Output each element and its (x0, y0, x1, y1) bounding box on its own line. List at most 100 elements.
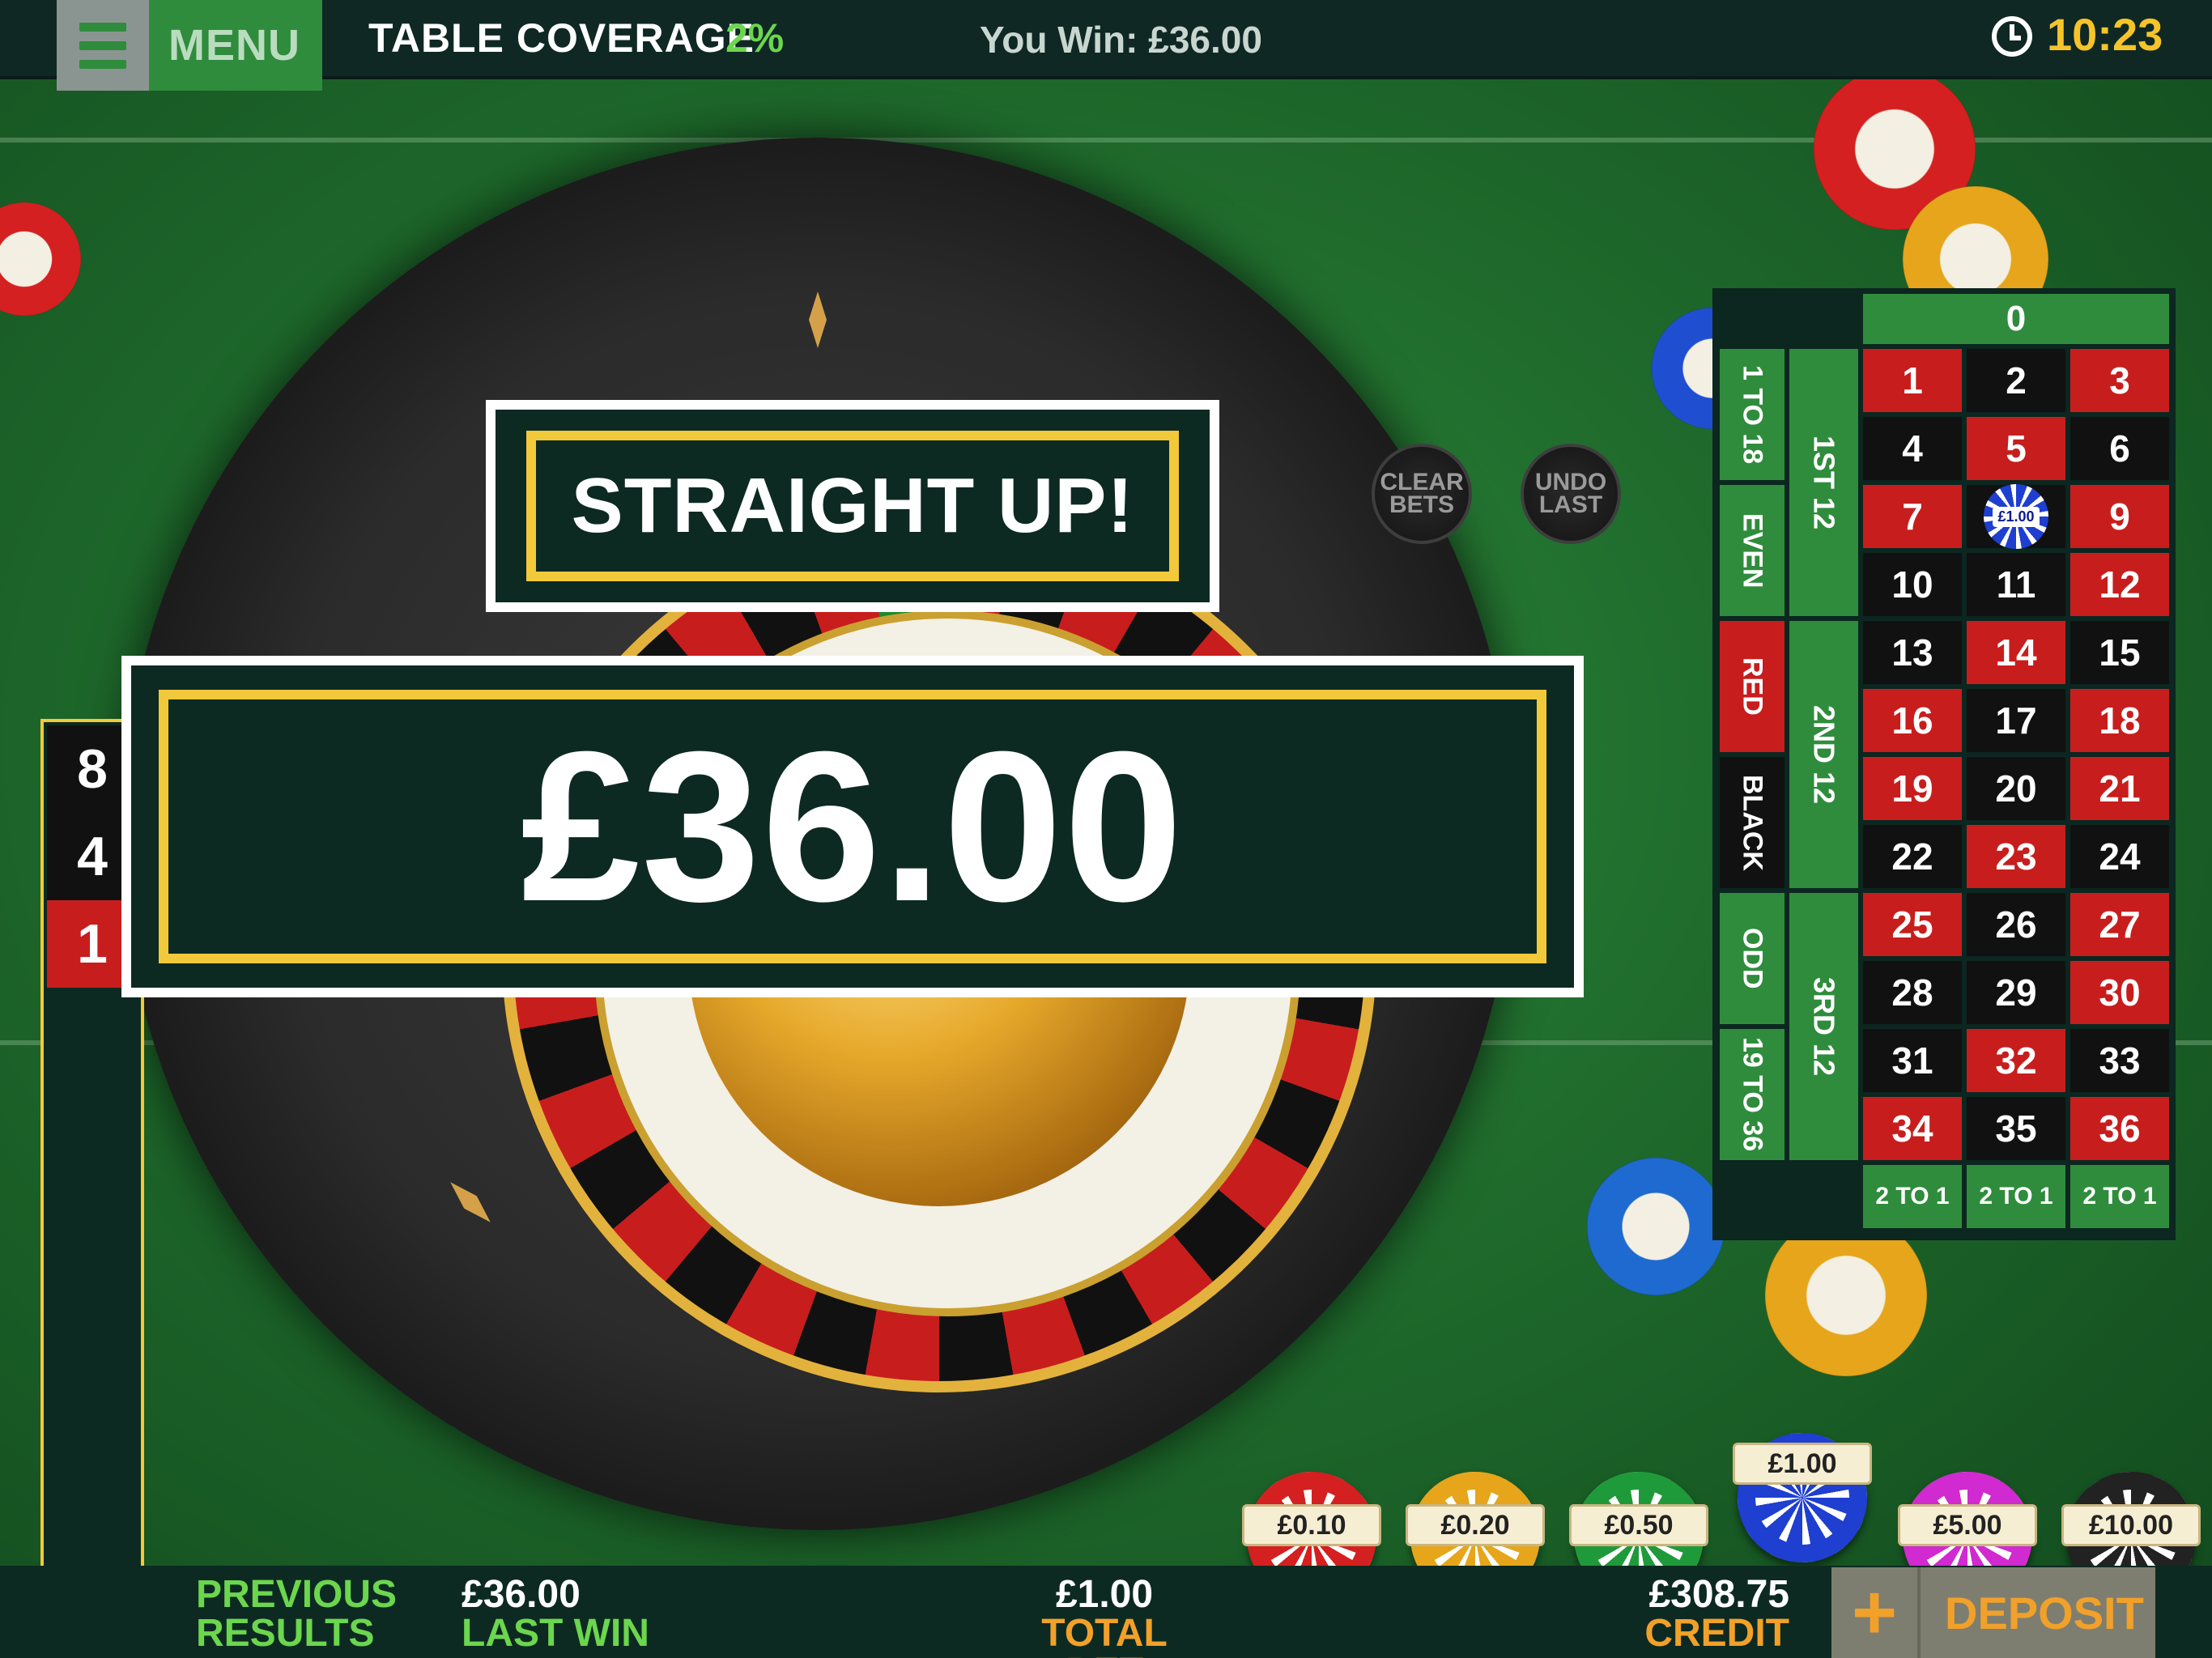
table-cell-label: 23 (1995, 835, 2037, 878)
table-cell-7[interactable]: 7 (1861, 483, 1964, 551)
chip-denomination-label: £0.50 (1569, 1504, 1708, 1546)
table-cell-14[interactable]: 14 (1964, 619, 2068, 687)
table-cell-label: 7 (1902, 495, 1923, 538)
dozen-bet-2[interactable]: 2ND 12 (1787, 619, 1861, 891)
table-cell-35[interactable]: 35 (1964, 1095, 2068, 1163)
table-cell-33[interactable]: 33 (2068, 1027, 2172, 1095)
table-cell-31[interactable]: 31 (1861, 1027, 1964, 1095)
table-cell-19[interactable]: 19 (1861, 755, 1964, 823)
table-cell-21[interactable]: 21 (2068, 755, 2172, 823)
plus-icon: + (1831, 1567, 1921, 1658)
table-cell-label: 27 (2099, 903, 2141, 946)
chip-stack-decoration (1587, 1158, 1725, 1295)
table-cell-36[interactable]: 36 (2068, 1095, 2172, 1163)
menu-label: MENU (168, 21, 300, 70)
table-cell-label: 11 (1996, 563, 2036, 606)
table-cell-17[interactable]: 17 (1964, 687, 2068, 755)
table-cell-zero[interactable]: 0 (1861, 291, 2172, 346)
black-bet[interactable]: BLACK (1717, 755, 1787, 891)
credit-value: £308.75 (1648, 1573, 1789, 1616)
column-bet-1[interactable]: 2 TO 1 (1861, 1163, 1964, 1231)
table-cell-22[interactable]: 22 (1861, 823, 1964, 891)
win-amount-popup: £36.00 (121, 656, 1584, 997)
table-cell-11[interactable]: 11 (1964, 551, 2068, 619)
table-cell-4[interactable]: 4 (1861, 414, 1964, 483)
placed-bet-label: £1.00 (1993, 506, 2040, 527)
outside-bet-label: RED (1737, 657, 1768, 716)
table-cell-label: 2 (2006, 359, 2027, 402)
table-cell-6[interactable]: 6 (2068, 414, 2172, 483)
previous-results-button[interactable]: PREVIOUS RESULTS (196, 1575, 397, 1653)
dozen-bet-1[interactable]: 1ST 12 (1787, 346, 1861, 619)
table-cell-2[interactable]: 2 (1964, 346, 2068, 414)
table-cell-label: 21 (2099, 767, 2141, 810)
table-cell-32[interactable]: 32 (1964, 1027, 2068, 1095)
game-stage: CLEAR BETS UNDO LAST 0 1 TO 18 EVEN RED BLA… (0, 0, 2212, 1658)
total-bet: £1.00 TOTAL BET (1015, 1575, 1193, 1658)
table-cell-8[interactable]: 8£1.00 (1964, 483, 2068, 551)
table-cell-label: 3 (2109, 359, 2130, 402)
table-coverage-label: TABLE COVERAGE (368, 15, 755, 61)
table-cell-25[interactable]: 25 (1861, 891, 1964, 959)
previous-label: PREVIOUS (196, 1573, 398, 1616)
table-cell-18[interactable]: 18 (2068, 687, 2172, 755)
clock-icon (1992, 16, 2032, 57)
credit: £308.75 CREDIT (1627, 1575, 1789, 1653)
deposit-label: DEPOSIT (1945, 1587, 2144, 1639)
last-win: £36.00 LAST WIN (462, 1575, 649, 1653)
table-cell-16[interactable]: 16 (1861, 687, 1964, 755)
table-cell-26[interactable]: 26 (1964, 891, 2068, 959)
table-cell-label: 13 (1891, 631, 1933, 674)
column-bet-2[interactable]: 2 TO 1 (1964, 1163, 2068, 1231)
low-bet[interactable]: 1 TO 18 (1717, 346, 1787, 483)
table-cell-15[interactable]: 15 (2068, 619, 2172, 687)
clear-bets-button[interactable]: CLEAR BETS (1372, 444, 1472, 544)
table-cell-12[interactable]: 12 (2068, 551, 2172, 619)
dozen-bets: 1ST 12 2ND 12 3RD 12 (1787, 346, 1861, 1163)
undo-last-button[interactable]: UNDO LAST (1521, 444, 1621, 544)
table-cell-30[interactable]: 30 (2068, 959, 2172, 1027)
table-cell-23[interactable]: 23 (1964, 823, 2068, 891)
table-cell-10[interactable]: 10 (1861, 551, 1964, 619)
table-cell-label: 28 (1891, 971, 1933, 1014)
you-win-text: You Win: £36.00 (980, 19, 1262, 61)
table-cell-label: 36 (2099, 1107, 2141, 1150)
table-cell-label: 10 (1891, 563, 1933, 606)
top-bar: MENU TABLE COVERAGE 2% You Win: £36.00 1… (0, 0, 2212, 91)
table-coverage-value: 2% (725, 15, 785, 61)
table-cell-label: 33 (2099, 1039, 2141, 1082)
number-grid: 12345678£1.00910111213141516171819202122… (1861, 346, 2172, 1163)
table-cell-5[interactable]: 5 (1964, 414, 2068, 483)
table-cell-24[interactable]: 24 (2068, 823, 2172, 891)
table-cell-1[interactable]: 1 (1861, 346, 1964, 414)
red-bet[interactable]: RED (1717, 619, 1787, 755)
high-bet[interactable]: 19 TO 36 (1717, 1027, 1787, 1163)
outside-bet-label: BLACK (1737, 774, 1768, 871)
table-cell-label: 16 (1891, 699, 1933, 742)
table-cell-9[interactable]: 9 (2068, 483, 2172, 551)
table-cell-27[interactable]: 27 (2068, 891, 2172, 959)
dozen-bet-3[interactable]: 3RD 12 (1787, 891, 1861, 1163)
last-win-label: LAST WIN (462, 1612, 649, 1655)
table-cell-label: 6 (2109, 427, 2130, 470)
table-cell-13[interactable]: 13 (1861, 619, 1964, 687)
table-cell-29[interactable]: 29 (1964, 959, 2068, 1027)
even-bet[interactable]: EVEN (1717, 483, 1787, 619)
odd-bet[interactable]: ODD (1717, 891, 1787, 1027)
last-win-value: £36.00 (462, 1573, 581, 1616)
table-cell-34[interactable]: 34 (1861, 1095, 1964, 1163)
outside-bet-label: ODD (1737, 928, 1768, 989)
deposit-button[interactable]: + DEPOSIT (1831, 1567, 2155, 1658)
menu-button[interactable]: MENU (57, 0, 322, 91)
table-cell-20[interactable]: 20 (1964, 755, 2068, 823)
dozen-bet-label: 1ST 12 (1807, 435, 1841, 530)
table-cell-3[interactable]: 3 (2068, 346, 2172, 414)
table-cell-label: 34 (1891, 1107, 1933, 1150)
table-cell-28[interactable]: 28 (1861, 959, 1964, 1027)
table-cell-label: 20 (1995, 767, 2037, 810)
table-cell-label: 29 (1995, 971, 2037, 1014)
column-bet-3[interactable]: 2 TO 1 (2068, 1163, 2172, 1231)
wheel-diamond (444, 1175, 496, 1228)
bet-type-popup: STRAIGHT UP! (486, 400, 1219, 612)
outside-bet-label: 1 TO 18 (1737, 364, 1768, 465)
